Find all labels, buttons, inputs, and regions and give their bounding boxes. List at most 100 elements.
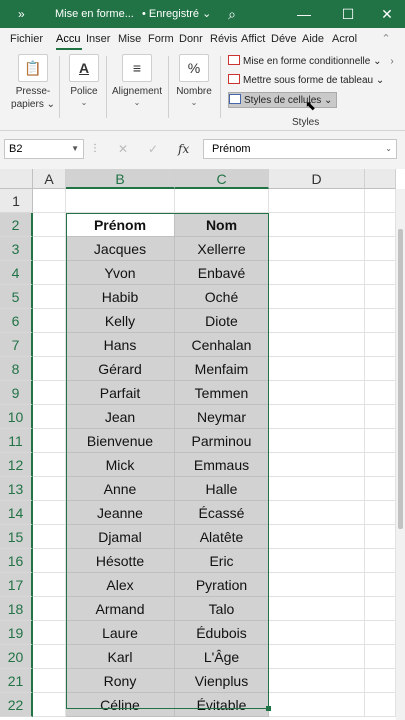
cell-a14[interactable] — [33, 501, 66, 525]
row-header-19[interactable]: 19 — [0, 621, 33, 645]
cell-c14[interactable]: Écassé — [175, 501, 269, 525]
cell-b18[interactable]: Armand — [66, 597, 175, 621]
cell-b10[interactable]: Jean — [66, 405, 175, 429]
cell-e2[interactable] — [365, 213, 396, 237]
clipboard-group[interactable]: 📋 Presse- papiers ⌄ — [10, 54, 56, 124]
cell-e6[interactable] — [365, 309, 396, 333]
row-header-4[interactable]: 4 — [0, 261, 33, 285]
cell-c12[interactable]: Emmaus — [175, 453, 269, 477]
row-header-20[interactable]: 20 — [0, 645, 33, 669]
cell-a1[interactable] — [33, 189, 66, 213]
row-header-5[interactable]: 5 — [0, 285, 33, 309]
cell-c3[interactable]: Xellerre — [175, 237, 269, 261]
cell-c19[interactable]: Édubois — [175, 621, 269, 645]
cell-b20[interactable]: Karl — [66, 645, 175, 669]
cell-e8[interactable] — [365, 357, 396, 381]
cell-c1[interactable] — [175, 189, 269, 213]
cell-e15[interactable] — [365, 525, 396, 549]
cell-b5[interactable]: Habib — [66, 285, 175, 309]
row-header-12[interactable]: 12 — [0, 453, 33, 477]
cell-b17[interactable]: Alex — [66, 573, 175, 597]
tab-aide[interactable]: Aide — [302, 28, 326, 50]
cell-d5[interactable] — [269, 285, 365, 309]
row-header-13[interactable]: 13 — [0, 477, 33, 501]
cell-d3[interactable] — [269, 237, 365, 261]
cell-a19[interactable] — [33, 621, 66, 645]
column-header-a[interactable]: A — [33, 169, 66, 189]
worksheet-grid[interactable]: A B C D 1 2 Prénom Nom 3 Jacques Xellerre 4 Yvon… — [0, 169, 405, 720]
tab-formules[interactable]: Form — [148, 28, 175, 50]
cell-c18[interactable]: Talo — [175, 597, 269, 621]
cell-styles-button[interactable]: Styles de cellules ⌄ — [228, 92, 338, 108]
maximize-icon[interactable]: ☐ — [334, 0, 362, 28]
cell-a17[interactable] — [33, 573, 66, 597]
cell-c17[interactable]: Pyration — [175, 573, 269, 597]
cell-c7[interactable]: Cenhalan — [175, 333, 269, 357]
cell-a9[interactable] — [33, 381, 66, 405]
cell-a16[interactable] — [33, 549, 66, 573]
cell-b1[interactable] — [66, 189, 175, 213]
cell-e5[interactable] — [365, 285, 396, 309]
cell-a13[interactable] — [33, 477, 66, 501]
row-header-2[interactable]: 2 — [0, 213, 33, 237]
row-header-9[interactable]: 9 — [0, 381, 33, 405]
row-header-18[interactable]: 18 — [0, 597, 33, 621]
tab-mise-en-page[interactable]: Mise — [118, 28, 142, 50]
cell-a22[interactable] — [33, 693, 66, 717]
cell-c5[interactable]: Oché — [175, 285, 269, 309]
cell-d14[interactable] — [269, 501, 365, 525]
cell-d9[interactable] — [269, 381, 365, 405]
cell-d18[interactable] — [269, 597, 365, 621]
save-status[interactable]: • Enregistré ⌄ — [142, 0, 211, 28]
row-header-15[interactable]: 15 — [0, 525, 33, 549]
tab-fichier[interactable]: Fichier — [10, 28, 46, 50]
cell-e16[interactable] — [365, 549, 396, 573]
cell-e13[interactable] — [365, 477, 396, 501]
cell-a21[interactable] — [33, 669, 66, 693]
cell-c8[interactable]: Menfaim — [175, 357, 269, 381]
cell-e19[interactable] — [365, 621, 396, 645]
cell-b8[interactable]: Gérard — [66, 357, 175, 381]
cell-d10[interactable] — [269, 405, 365, 429]
cell-d13[interactable] — [269, 477, 365, 501]
search-icon[interactable]: ⌕ — [218, 0, 246, 28]
close-icon[interactable]: ✕ — [373, 0, 401, 28]
cell-d15[interactable] — [269, 525, 365, 549]
cell-a20[interactable] — [33, 645, 66, 669]
cell-e4[interactable] — [365, 261, 396, 285]
row-header-17[interactable]: 17 — [0, 573, 33, 597]
tab-acrobat[interactable]: Acrol — [332, 28, 362, 50]
row-header-7[interactable]: 7 — [0, 333, 33, 357]
cell-d16[interactable] — [269, 549, 365, 573]
cell-d21[interactable] — [269, 669, 365, 693]
column-header-b[interactable]: B — [66, 169, 175, 189]
cell-a5[interactable] — [33, 285, 66, 309]
tab-donnees[interactable]: Donr — [179, 28, 206, 50]
cell-c20[interactable]: L'Âge — [175, 645, 269, 669]
row-header-16[interactable]: 16 — [0, 549, 33, 573]
cell-e14[interactable] — [365, 501, 396, 525]
tab-affichage[interactable]: Affict — [241, 28, 267, 50]
cell-b3[interactable]: Jacques — [66, 237, 175, 261]
vertical-scrollbar-thumb[interactable] — [398, 229, 403, 529]
column-header-d[interactable]: D — [269, 169, 365, 189]
cell-b4[interactable]: Yvon — [66, 261, 175, 285]
cell-e3[interactable] — [365, 237, 396, 261]
cell-a12[interactable] — [33, 453, 66, 477]
cell-c4[interactable]: Enbavé — [175, 261, 269, 285]
formula-input[interactable]: Prénom ⌄ — [203, 139, 397, 159]
cell-e17[interactable] — [365, 573, 396, 597]
cell-b21[interactable]: Rony — [66, 669, 175, 693]
cell-b7[interactable]: Hans — [66, 333, 175, 357]
cell-e1[interactable] — [365, 189, 396, 213]
cell-d1[interactable] — [269, 189, 365, 213]
cancel-icon[interactable]: ✕ — [118, 139, 128, 159]
row-header-14[interactable]: 14 — [0, 501, 33, 525]
cell-d17[interactable] — [269, 573, 365, 597]
tab-insertion[interactable]: Inser — [86, 28, 113, 50]
row-header-1[interactable]: 1 — [0, 189, 33, 213]
row-header-21[interactable]: 21 — [0, 669, 33, 693]
tab-accueil[interactable]: Accu — [56, 28, 82, 50]
row-header-6[interactable]: 6 — [0, 309, 33, 333]
cell-e7[interactable] — [365, 333, 396, 357]
